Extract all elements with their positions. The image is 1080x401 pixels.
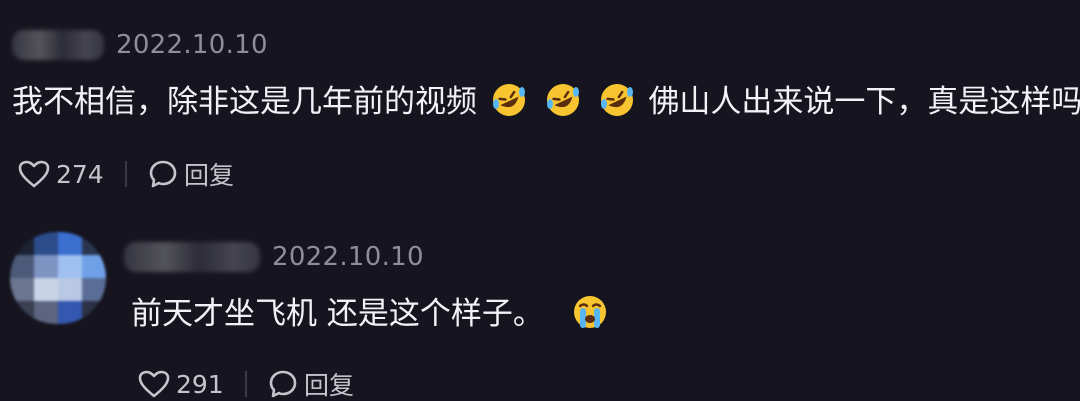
like-button[interactable]: 274 <box>18 156 104 192</box>
comment-text: 前天才坐飞机 还是这个样子。 <box>131 294 612 340</box>
rofl-emoji <box>491 82 527 128</box>
username-blurred[interactable] <box>12 30 104 60</box>
comment-list: 2022.10.10 我不相信，除非这是几年前的视频 佛山人出来说一下，真是这样… <box>0 0 1080 401</box>
reply-label: 回复 <box>184 161 235 190</box>
comment-text: 我不相信，除非这是几年前的视频 佛山人出来说一下，真是这样吗 <box>12 82 1080 128</box>
reply-button[interactable]: 回复 <box>268 366 354 401</box>
comment-date: 2022.10.10 <box>272 242 424 272</box>
heart-icon <box>138 370 170 398</box>
comment-text-part2: 佛山人出来说一下，真是这样吗 <box>648 84 1080 120</box>
like-count: 274 <box>56 159 104 189</box>
speech-bubble-icon <box>268 369 298 399</box>
avatar[interactable] <box>10 232 106 324</box>
like-button[interactable]: 291 <box>138 366 224 401</box>
action-divider <box>245 371 247 397</box>
action-divider <box>125 161 127 187</box>
comment-date: 2022.10.10 <box>116 30 268 60</box>
rofl-emoji <box>545 82 581 128</box>
rofl-emoji <box>599 82 635 128</box>
comment-text-part1: 我不相信，除非这是几年前的视频 <box>12 84 477 120</box>
reply-label: 回复 <box>304 371 355 400</box>
crying-emoji <box>572 294 608 340</box>
heart-icon <box>18 160 50 188</box>
username-blurred[interactable] <box>124 242 260 272</box>
like-count: 291 <box>176 369 224 399</box>
speech-bubble-icon <box>148 159 178 189</box>
comment-text-body: 前天才坐飞机 还是这个样子。 <box>131 296 544 332</box>
reply-button[interactable]: 回复 <box>148 156 234 192</box>
